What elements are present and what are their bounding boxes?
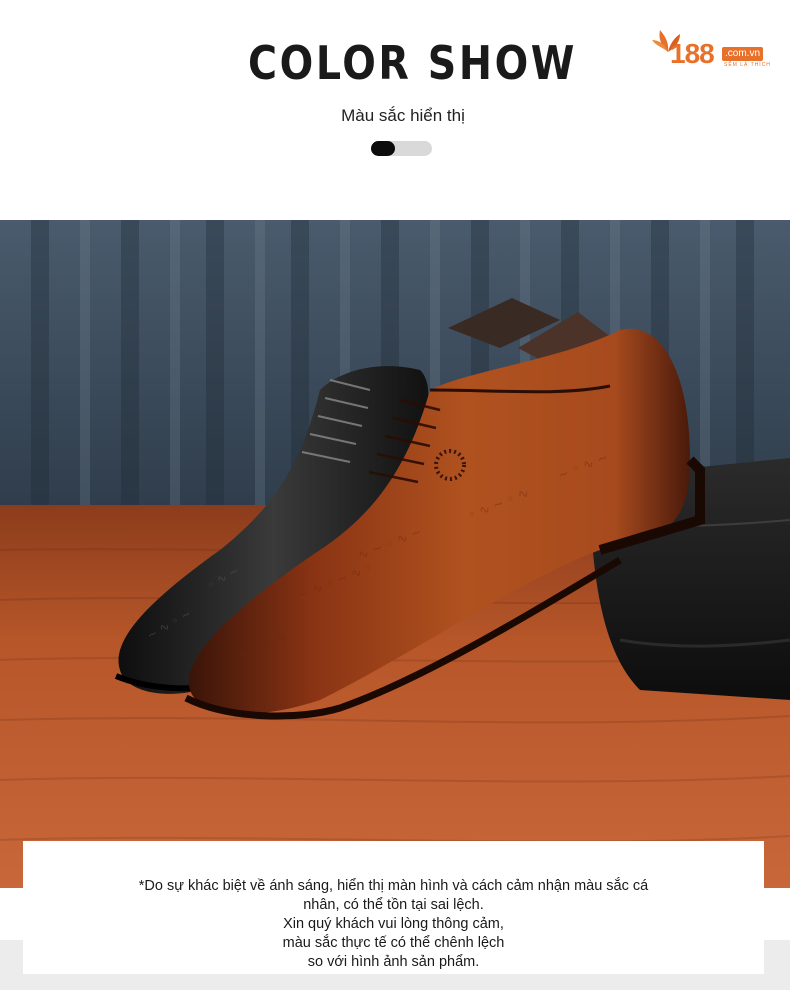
disclaimer-box: *Do sự khác biệt về ánh sáng, hiển thị m… [23, 841, 764, 974]
color-indicator [371, 141, 432, 156]
page-subtitle: Màu sắc hiển thị [341, 106, 465, 125]
disclaimer-line: so với hình ảnh sản phẩm. [307, 954, 480, 970]
header-section: COLOR SHOW Màu sắc hiển thị 188 .com.vn … [0, 0, 790, 220]
shoe-photo-illustration: ~ ∿ ◦ ~ ∿ ◦ ∿ ~ ◦ ∿ ~ ◦ ∿ ~ ◦ ∿ ~ ◦ ∿ ~ … [0, 220, 790, 888]
logo-tagline: SẼM LÀ THÍCH [724, 62, 771, 68]
brand-logo[interactable]: 188 .com.vn SẼM LÀ THÍCH [650, 24, 775, 74]
color-indicator-fill [371, 141, 396, 156]
disclaimer-line: màu sắc thực tế có thể chênh lệch [282, 935, 505, 951]
disclaimer-line: nhân, có thể tồn tại sai lệch. [303, 897, 484, 913]
disclaimer-line: Xin quý khách vui lòng thông cảm, [283, 916, 504, 932]
disclaimer-line: *Do sự khác biệt về ánh sáng, hiển thị m… [138, 878, 649, 894]
product-photo: ~ ∿ ◦ ~ ∿ ◦ ∿ ~ ◦ ∿ ~ ◦ ∿ ~ ◦ ∿ ~ ◦ ∿ ~ … [0, 220, 790, 888]
logo-domain: .com.vn [722, 47, 764, 61]
logo-number: 188 [670, 38, 715, 69]
